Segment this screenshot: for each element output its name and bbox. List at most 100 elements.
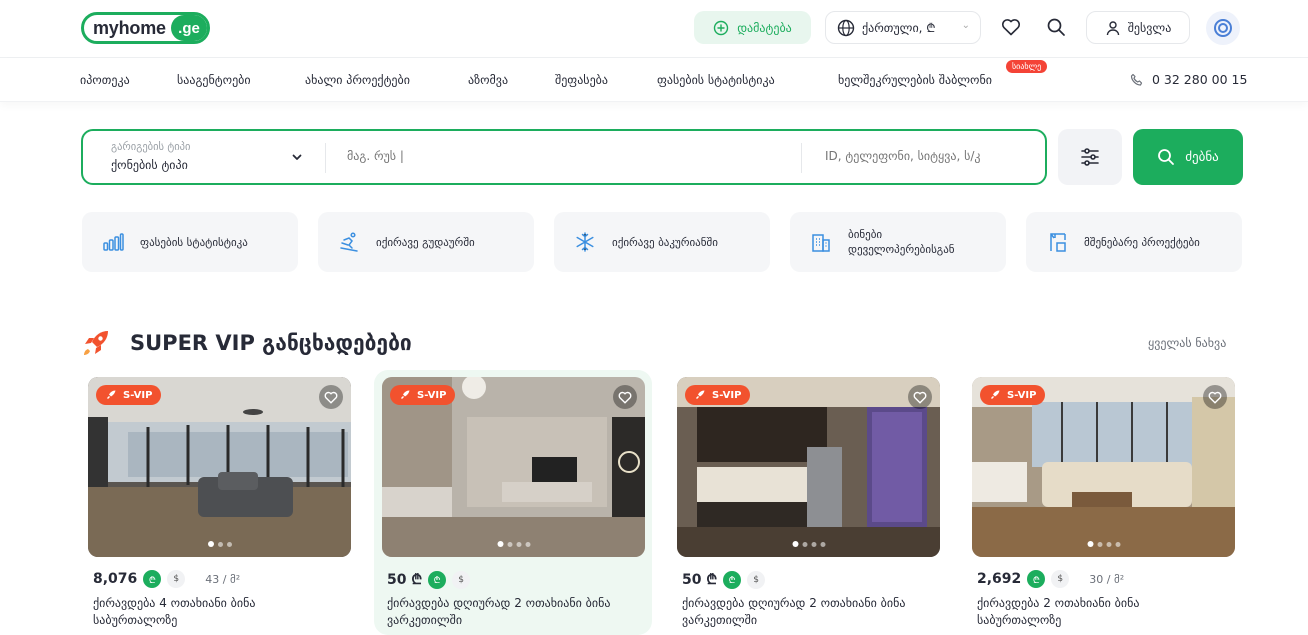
rocket-icon (84, 331, 108, 355)
currency-gel-toggle[interactable]: ₾ (723, 570, 742, 589)
quick-link-label: იქირავე გუდაურში (376, 235, 475, 249)
quick-link-bakuriani[interactable]: იქირავე ბაკურიანში (554, 212, 770, 272)
currency-usd-toggle[interactable]: $ (167, 570, 186, 588)
myhome-logo[interactable]: myhome .ge (81, 12, 210, 44)
search-button[interactable] (1042, 13, 1070, 41)
nav-item-new-projects[interactable]: ახალი პროექტები (305, 73, 410, 87)
search-button-label: ძებნა (1185, 149, 1219, 165)
plus-circle-icon (714, 20, 729, 35)
listing-title[interactable]: ქირავდება 4 ოთახიანი ბინა საბურთალოზე (93, 595, 343, 629)
listing-title[interactable]: ქირავდება 2 ოთახიანი ბინა საბურთალოზე (977, 595, 1227, 629)
login-button[interactable]: შესვლა (1086, 11, 1190, 44)
svip-badge-label: S-VIP (123, 389, 153, 401)
search-icon (1047, 18, 1065, 36)
quick-link-price-statistics[interactable]: ფასების სტატისტიკა (82, 212, 298, 272)
top-bar: myhome .ge დამატება ქართული, ₾ ⌄ შესვლა (0, 0, 1308, 58)
phone-contact[interactable]: 0 32 280 00 15 (1130, 72, 1247, 87)
section-header: SUPER VIP განცხადებები (80, 328, 412, 358)
search-bar: გარიგების ტიპი ქონების ტიპი (81, 129, 1047, 185)
filters-button[interactable] (1058, 129, 1122, 185)
listing-card[interactable]: S-VIP 2,692 ₾ $ 30 / მ² ქირავდება 2 ოთახ… (964, 370, 1242, 635)
photo-pagination[interactable] (1087, 541, 1120, 547)
skier-icon (340, 232, 358, 252)
language-currency-select[interactable]: ქართული, ₾ ⌄ (825, 11, 981, 44)
deal-type-select[interactable]: გარიგების ტიპი ქონების ტიპი (111, 141, 190, 172)
svip-badge: S-VIP (685, 385, 751, 405)
quick-link-label: ბინები დეველოპერებისგან (848, 228, 955, 256)
new-badge: სიახლე (1006, 60, 1048, 73)
deal-type-label: გარიგების ტიპი (111, 141, 191, 153)
listing-title[interactable]: ქირავდება დღიურად 2 ოთახიანი ბინა ვარკეთ… (682, 595, 932, 629)
heart-icon (324, 391, 338, 404)
currency-usd-toggle[interactable]: $ (1051, 570, 1070, 588)
login-label: შესვლა (1127, 20, 1172, 35)
divider (801, 143, 802, 173)
keyword-input[interactable] (825, 149, 1035, 163)
favorite-button[interactable] (1203, 385, 1227, 409)
svip-badge-label: S-VIP (1007, 389, 1037, 401)
currency-usd-toggle[interactable]: $ (452, 570, 471, 589)
add-listing-label: დამატება (737, 20, 792, 35)
listing-photo[interactable]: S-VIP (677, 377, 940, 557)
rocket-icon (696, 390, 705, 399)
rocket-icon (991, 390, 1000, 399)
main-nav: იპოთეკა სააგენტოები ახალი პროექტები აზომ… (0, 58, 1308, 102)
listing-photo[interactable]: S-VIP (382, 377, 645, 557)
photo-pagination[interactable] (792, 541, 825, 547)
favorites-button[interactable] (997, 13, 1025, 41)
listing-card[interactable]: S-VIP 50 ₾ ₾ $ ქირავდება დღიურად 2 ოთახი… (374, 370, 652, 635)
quick-link-gudauri[interactable]: იქირავე გუდაურში (318, 212, 534, 272)
price-row: 50 ₾ ₾ $ (682, 570, 766, 589)
quick-link-developers[interactable]: ბინები დეველოპერებისგან (790, 212, 1006, 272)
section-title: SUPER VIP განცხადებები (130, 331, 412, 355)
currency-gel-toggle[interactable]: ₾ (428, 570, 447, 589)
nav-item-contract-templates[interactable]: ხელშეკრულების შაბლონი (838, 73, 992, 87)
listing-card[interactable]: S-VIP 50 ₾ ₾ $ ქირავდება დღიურად 2 ოთახი… (669, 370, 947, 635)
quick-link-label: მშენებარე პროექტები (1084, 235, 1200, 249)
listing-photo[interactable]: S-VIP (88, 377, 351, 557)
currency-gel-toggle[interactable]: ₾ (143, 570, 162, 588)
favorite-button[interactable] (908, 385, 932, 409)
currency-gel-toggle[interactable]: ₾ (1027, 570, 1046, 588)
heart-icon (1001, 19, 1021, 36)
photo-pagination[interactable] (207, 541, 232, 547)
quick-link-label: ფასების სტატისტიკა (140, 235, 248, 249)
property-type-value: ქონების ტიპი (111, 158, 188, 172)
listing-price: 2,692 (977, 571, 1022, 587)
search-icon (1158, 149, 1175, 165)
svip-badge: S-VIP (980, 385, 1046, 405)
see-all-link[interactable]: ყველას ნახვა (1148, 336, 1226, 350)
currency-usd-toggle[interactable]: $ (747, 570, 766, 589)
listing-price: 50 ₾ (682, 572, 718, 588)
listing-price: 50 ₾ (387, 572, 423, 588)
listing-card[interactable]: S-VIP 8,076 ₾ $ 43 / მ² ქირავდება 4 ოთახ… (80, 370, 358, 635)
photo-pagination[interactable] (497, 541, 530, 547)
divider (325, 143, 326, 173)
tnet-apps-button[interactable] (1206, 11, 1240, 45)
building-icon (812, 234, 830, 252)
nav-item-valuation[interactable]: შეფასება (555, 73, 608, 87)
add-listing-button[interactable]: დამატება (694, 11, 811, 44)
favorite-button[interactable] (613, 385, 637, 409)
location-input[interactable] (347, 149, 787, 163)
favorite-button[interactable] (319, 385, 343, 409)
svip-badge: S-VIP (96, 385, 162, 405)
globe-icon (837, 19, 855, 36)
listing-photo[interactable]: S-VIP (972, 377, 1235, 557)
listing-title[interactable]: ქირავდება დღიურად 2 ოთახიანი ბინა ვარკეთ… (387, 595, 637, 629)
price-row: 50 ₾ ₾ $ (387, 570, 471, 589)
submit-search-button[interactable]: ძებნა (1133, 129, 1243, 185)
chevron-down-icon: ⌄ (961, 20, 970, 31)
tnet-logo-icon (1214, 19, 1232, 37)
nav-item-mortgage[interactable]: იპოთეკა (80, 73, 130, 87)
quick-link-under-construction[interactable]: მშენებარე პროექტები (1026, 212, 1242, 272)
snowflake-icon (576, 232, 594, 252)
nav-item-price-statistics[interactable]: ფასების სტატისტიკა (657, 73, 775, 87)
chevron-down-icon[interactable] (291, 151, 303, 163)
nav-item-measurement[interactable]: აზომვა (468, 73, 508, 87)
user-icon (1106, 20, 1119, 35)
price-per-sqm: 43 / მ² (205, 572, 241, 586)
listing-price: 8,076 (93, 571, 138, 587)
phone-icon (1130, 73, 1143, 86)
nav-item-agencies[interactable]: სააგენტოები (177, 73, 251, 87)
